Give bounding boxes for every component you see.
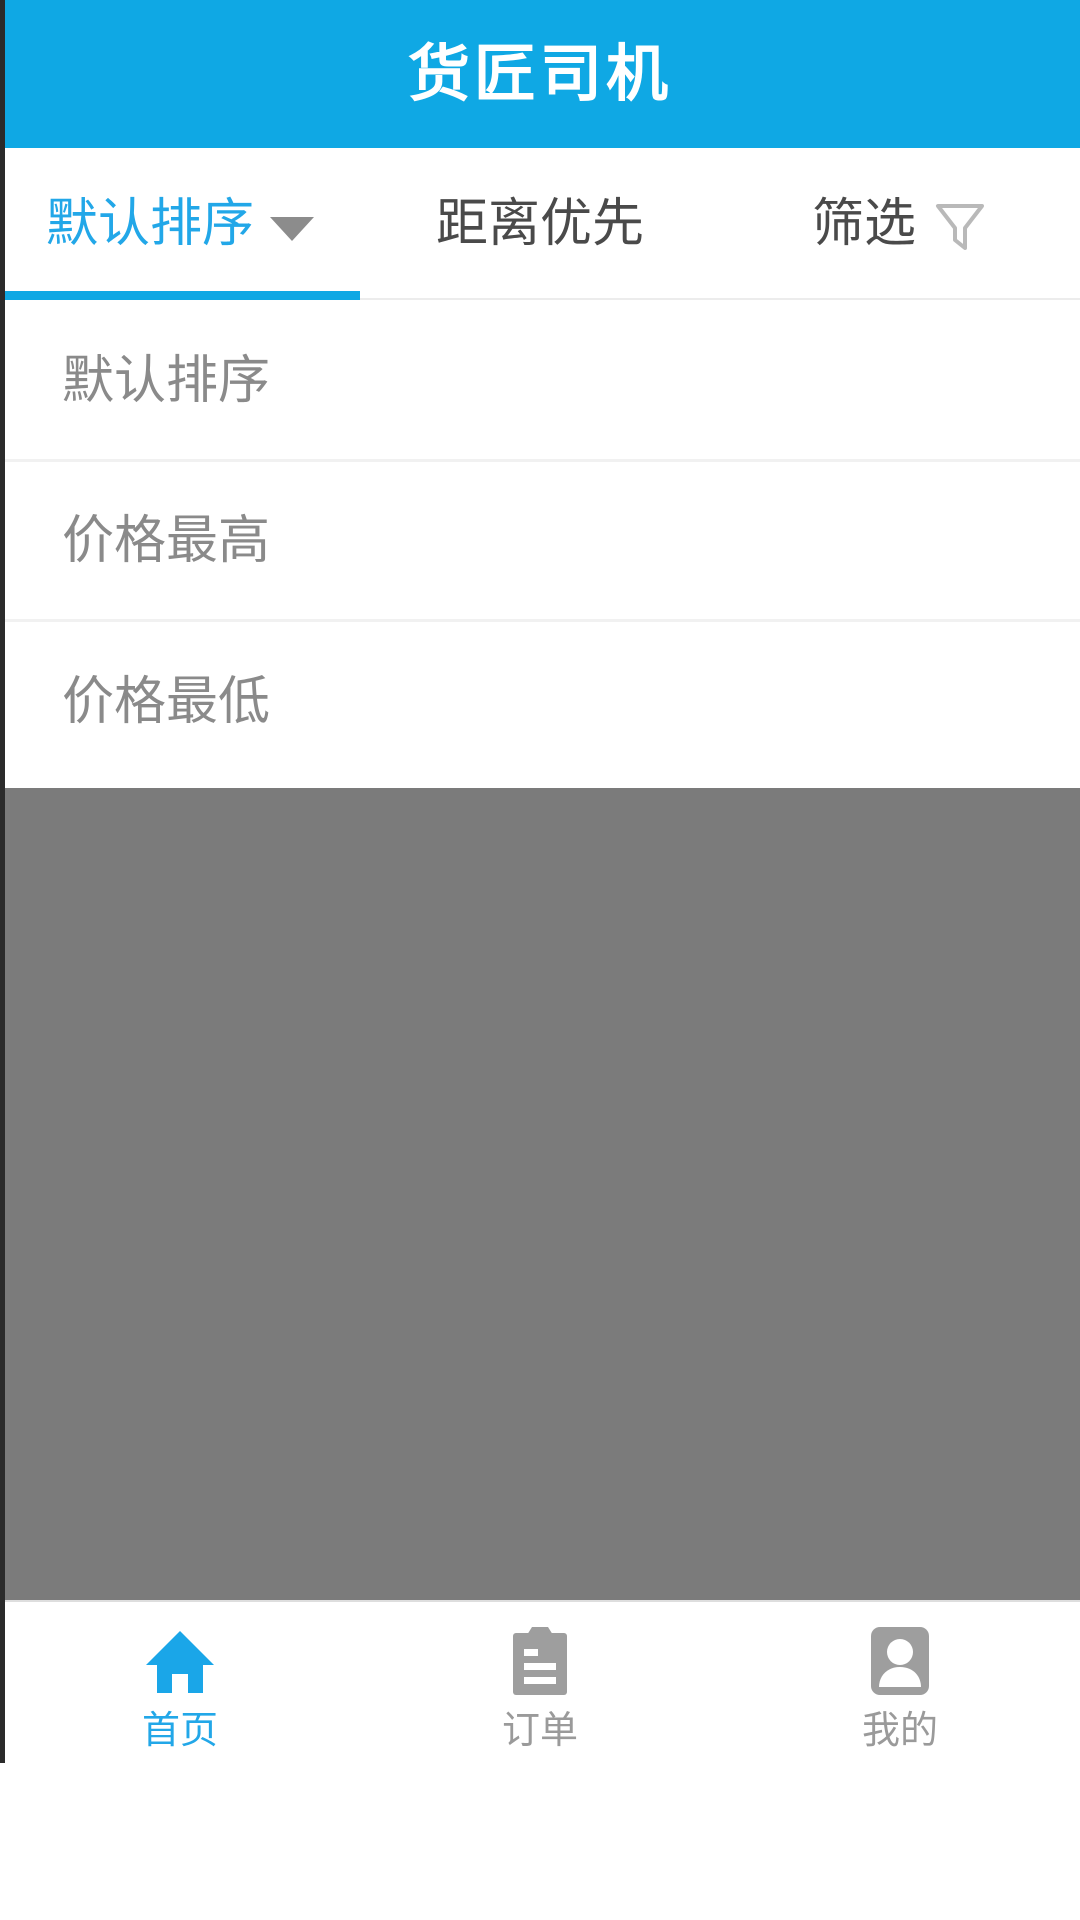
- home-icon: [143, 1623, 217, 1697]
- tab-active-underline: [0, 291, 360, 300]
- tab-default-sort-label: 默认排序: [45, 194, 254, 254]
- dropdown-item-price-lowest[interactable]: 价格最低: [0, 622, 1080, 782]
- sort-dropdown-menu: 默认排序 价格最高 价格最低: [0, 302, 1080, 782]
- dropdown-item-label: 价格最高: [62, 510, 271, 571]
- bottom-navigation-bar: 首页 订单 我的: [0, 1600, 1080, 1763]
- user-icon: [868, 1623, 932, 1697]
- device-left-edge: [0, 0, 5, 1763]
- dropdown-item-label: 默认排序: [62, 350, 271, 411]
- dropdown-item-label: 价格最低: [62, 672, 271, 732]
- nav-item-orders-label: 订单: [501, 1707, 578, 1752]
- nav-item-profile-label: 我的: [861, 1707, 938, 1752]
- tab-filter[interactable]: 筛选: [720, 148, 1080, 300]
- chevron-down-icon: [270, 217, 314, 241]
- dropdown-scrim-overlay[interactable]: [0, 788, 1080, 1600]
- app-header: 货匠司机: [0, 0, 1080, 148]
- app-root: 货匠司机 默认排序 距离优先 筛选 默认排序 价格最高 价格最低 首页 订单 我…: [0, 0, 1080, 1920]
- sort-filter-tabbar: 默认排序 距离优先 筛选: [0, 148, 1080, 300]
- page-title: 货匠司机: [407, 37, 672, 110]
- nav-item-orders[interactable]: 订单: [360, 1602, 720, 1763]
- nav-item-home[interactable]: 首页: [0, 1602, 360, 1763]
- tab-filter-label: 筛选: [811, 194, 916, 254]
- dropdown-item-default-sort[interactable]: 默认排序: [0, 302, 1080, 462]
- nav-item-profile[interactable]: 我的: [720, 1602, 1080, 1763]
- page-blank-area: [0, 1763, 1080, 1920]
- funnel-icon: [932, 198, 988, 254]
- nav-item-home-label: 首页: [141, 1707, 218, 1752]
- tab-distance-priority[interactable]: 距离优先: [360, 148, 720, 300]
- clipboard-icon: [509, 1623, 571, 1697]
- tab-default-sort[interactable]: 默认排序: [0, 148, 360, 300]
- dropdown-item-price-highest[interactable]: 价格最高: [0, 462, 1080, 622]
- tab-distance-priority-label: 距离优先: [435, 194, 644, 254]
